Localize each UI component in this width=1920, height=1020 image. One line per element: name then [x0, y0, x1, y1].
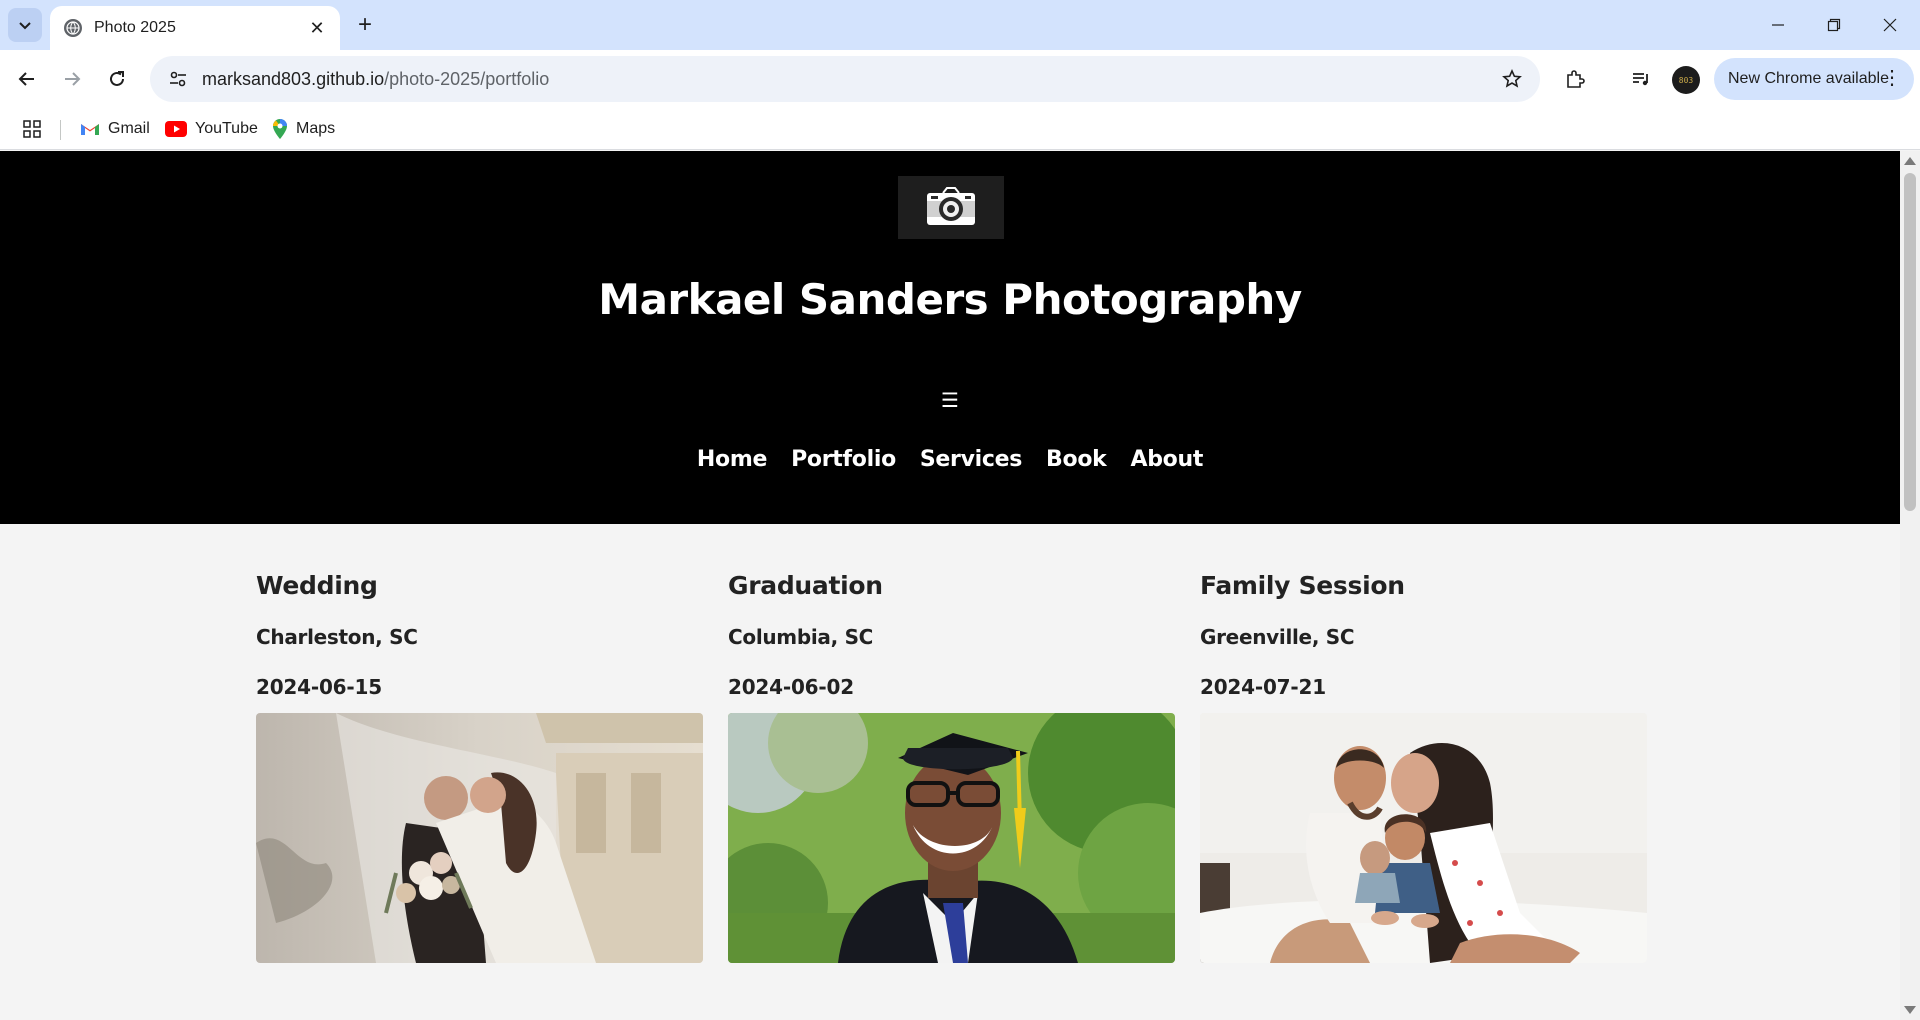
address-bar[interactable]: marksand803.github.io/photo-2025/portfol… — [150, 56, 1540, 102]
card-date: 2024-06-02 — [728, 675, 854, 699]
bookmarks-divider — [60, 120, 61, 140]
back-button[interactable] — [8, 60, 46, 98]
card-date: 2024-07-21 — [1200, 675, 1326, 699]
bookmark-maps[interactable]: Maps — [272, 116, 335, 142]
chrome-update-button[interactable]: New Chrome available ⋮ — [1714, 58, 1914, 100]
tab-strip: Photo 2025 ✕ + — [0, 0, 1920, 50]
site-settings-icon[interactable] — [158, 69, 198, 89]
card-date: 2024-06-15 — [256, 675, 382, 699]
page-viewport: Markael Sanders Photography ☰ Home Portf… — [0, 151, 1900, 1020]
reload-icon — [110, 71, 124, 86]
globe-icon — [64, 19, 82, 37]
reload-button[interactable] — [98, 60, 136, 98]
chrome-update-label: New Chrome available — [1728, 70, 1889, 87]
portfolio-card-family-session: Family Session Greenville, SC 2024-07-21 — [1200, 571, 1647, 963]
scroll-down-arrow-icon[interactable] — [1904, 1006, 1916, 1014]
restore-button[interactable] — [1806, 0, 1862, 50]
page-scrollbar[interactable] — [1900, 151, 1920, 1020]
card-title: Wedding — [256, 571, 378, 600]
profile-avatar[interactable]: 803 — [1672, 66, 1700, 94]
gmail-icon — [80, 121, 100, 137]
url-text: marksand803.github.io/photo-2025/portfol… — [202, 69, 1492, 90]
nav-services[interactable]: Services — [920, 447, 1022, 472]
url-path: /photo-2025/portfolio — [384, 68, 550, 89]
camera-icon[interactable] — [898, 176, 1004, 239]
close-window-button[interactable] — [1862, 0, 1918, 50]
main-nav: Home Portfolio Services Book About — [0, 447, 1900, 472]
bookmark-star-icon[interactable] — [1492, 69, 1532, 89]
bookmark-youtube[interactable]: YouTube — [165, 116, 258, 142]
extensions-icon[interactable] — [1556, 60, 1594, 98]
forward-button[interactable] — [53, 60, 91, 98]
graduation-photo[interactable] — [728, 713, 1175, 963]
restore-icon — [1827, 18, 1841, 32]
wedding-photo[interactable] — [256, 713, 703, 963]
bookmark-label: Gmail — [108, 120, 150, 137]
tab-close-icon[interactable]: ✕ — [306, 17, 328, 39]
card-location: Greenville, SC — [1200, 625, 1355, 649]
more-menu-icon[interactable]: ⋮ — [1882, 66, 1902, 90]
portfolio-card-graduation: Graduation Columbia, SC 2024-06-02 — [728, 571, 1175, 963]
browser-toolbar: marksand803.github.io/photo-2025/portfol… — [0, 50, 1920, 108]
card-title: Family Session — [1200, 571, 1405, 600]
tab-search-button[interactable] — [8, 8, 42, 42]
nav-portfolio[interactable]: Portfolio — [791, 447, 896, 472]
site-header: Markael Sanders Photography ☰ Home Portf… — [0, 151, 1900, 524]
bookmarks-bar: Gmail YouTube Maps — [0, 108, 1920, 150]
tab-title: Photo 2025 — [94, 19, 176, 36]
nav-home[interactable]: Home — [697, 447, 767, 472]
apps-grid-icon[interactable] — [22, 116, 42, 142]
scroll-up-arrow-icon[interactable] — [1904, 157, 1916, 165]
arrow-left-icon — [18, 72, 34, 86]
portfolio-grid: Wedding Charleston, SC 2024-06-15 Gradua… — [256, 571, 1647, 963]
arrow-right-icon — [65, 72, 81, 86]
close-icon — [1883, 18, 1897, 32]
family-session-photo[interactable] — [1200, 713, 1647, 963]
media-controls-icon[interactable] — [1622, 60, 1660, 98]
menu-toggle-icon[interactable]: ☰ — [936, 386, 964, 414]
minimize-button[interactable] — [1750, 0, 1806, 50]
bookmark-label: Maps — [296, 120, 336, 137]
url-host: marksand803.github.io — [202, 68, 385, 89]
chevron-down-icon — [19, 22, 31, 30]
maps-icon — [272, 119, 288, 139]
nav-about[interactable]: About — [1130, 447, 1203, 472]
card-location: Columbia, SC — [728, 625, 874, 649]
minimize-icon — [1772, 24, 1784, 26]
bookmark-label: YouTube — [195, 120, 258, 137]
nav-book[interactable]: Book — [1046, 447, 1107, 472]
scrollbar-thumb[interactable] — [1904, 173, 1916, 511]
new-tab-button[interactable]: + — [350, 10, 380, 40]
site-title: Markael Sanders Photography — [598, 275, 1302, 324]
card-location: Charleston, SC — [256, 625, 418, 649]
tab-active[interactable]: Photo 2025 ✕ — [50, 6, 340, 50]
youtube-icon — [165, 121, 187, 137]
bookmark-gmail[interactable]: Gmail — [80, 116, 150, 142]
portfolio-card-wedding: Wedding Charleston, SC 2024-06-15 — [256, 571, 703, 963]
card-title: Graduation — [728, 571, 883, 600]
